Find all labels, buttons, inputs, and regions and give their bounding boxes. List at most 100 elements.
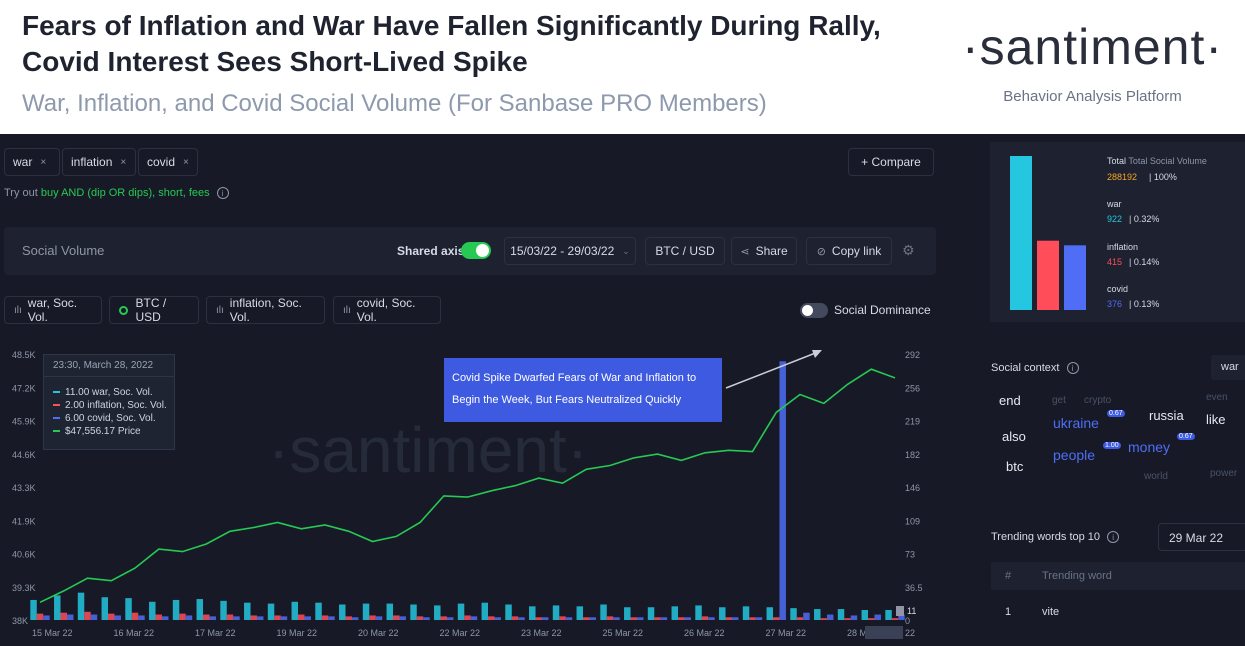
- metric-label: war, Soc. Vol.: [27, 296, 78, 324]
- volume-bar: [820, 618, 827, 620]
- bars-icon: ılı: [343, 304, 351, 316]
- compare-button[interactable]: + Compare: [848, 148, 934, 176]
- date-range-picker[interactable]: 15/03/22 - 29/03/22 ⌄: [504, 237, 636, 265]
- chart-tooltip: 23:30, March 28, 2022 11.00 war, Soc. Vo…: [43, 354, 175, 450]
- volume-bar: [535, 617, 542, 620]
- covid-label: covid: [1107, 284, 1129, 294]
- search-chip-inflation[interactable]: inflation ×: [62, 148, 136, 176]
- volume-bar: [351, 617, 359, 620]
- volume-bar: [256, 616, 264, 620]
- volume-bar: [328, 616, 335, 620]
- covid-value: 376: [1107, 299, 1123, 309]
- volume-bar: [701, 616, 709, 620]
- volume-bar: [731, 617, 739, 620]
- share-button[interactable]: ⋖ Share: [731, 237, 797, 265]
- volume-bar: [494, 617, 501, 620]
- volume-bar: [226, 614, 234, 620]
- word-cloud-word[interactable]: like: [1206, 412, 1226, 427]
- word-cloud-word[interactable]: ukraine: [1053, 415, 1099, 431]
- close-icon[interactable]: ×: [40, 157, 46, 168]
- metric-chip-inflation[interactable]: ılı inflation, Soc. Vol.: [206, 296, 325, 324]
- main-panel: war × inflation × covid × + Compare Try …: [0, 134, 940, 646]
- volume-bar: [54, 595, 61, 620]
- y-right-tick: 182: [905, 450, 920, 460]
- word-cloud-word[interactable]: people: [1053, 447, 1095, 463]
- covid-pct: | 0.13%: [1129, 299, 1160, 309]
- x-tick-label: 15 Mar 22: [32, 628, 73, 638]
- volume-bar: [220, 600, 227, 620]
- volume-bar: [814, 609, 821, 620]
- volume-bar: [660, 617, 668, 620]
- volume-bar: [244, 602, 251, 620]
- volume-bar: [464, 615, 471, 620]
- volume-bar: [114, 615, 121, 620]
- word-cloud-word[interactable]: world: [1144, 471, 1168, 482]
- chip-label: covid: [147, 155, 176, 169]
- search-hint: Try out buy AND (dip OR dips), short, fe…: [4, 187, 229, 199]
- side-panel: Total Total Social Volume 288192 | 100% …: [966, 134, 1245, 646]
- total-value: 288192: [1107, 172, 1138, 182]
- totals-bar-chart: [1010, 156, 1086, 310]
- metric-chip-covid[interactable]: ılı covid, Soc. Vol.: [333, 296, 441, 324]
- volume-bar: [624, 607, 631, 620]
- copy-link-button[interactable]: ⊘ Copy link: [806, 237, 892, 265]
- x-tick-label: 22 Mar 22: [440, 628, 481, 638]
- volume-bar: [505, 604, 512, 620]
- word-cloud-word[interactable]: power: [1210, 468, 1237, 479]
- volume-bar: [209, 616, 216, 620]
- pair-selector[interactable]: BTC / USD: [645, 237, 725, 265]
- volume-bar: [149, 601, 156, 620]
- close-icon[interactable]: ×: [120, 157, 126, 168]
- volume-bar: [742, 606, 750, 620]
- word-cloud-word[interactable]: russia: [1149, 408, 1184, 423]
- trending-row[interactable]: 1 vite: [991, 594, 1245, 628]
- tooltip-time: 23:30, March 28, 2022: [44, 355, 174, 377]
- volume-bar: [796, 617, 804, 620]
- search-chip-war[interactable]: war ×: [4, 148, 60, 176]
- volume-bar: [108, 613, 115, 620]
- volume-bar: [613, 617, 620, 620]
- report-header: Fears of Inflation and War Have Fallen S…: [0, 0, 1245, 134]
- volume-bar: [250, 615, 257, 620]
- word-cloud-word[interactable]: end: [999, 393, 1021, 408]
- trending-date-picker[interactable]: 29 Mar 22: [1158, 523, 1245, 551]
- social-dominance-toggle[interactable]: [800, 303, 828, 318]
- word-cloud-word[interactable]: also: [1002, 429, 1026, 444]
- word-cloud-word[interactable]: crypto: [1084, 395, 1111, 406]
- total-social-volume-card: Total Total Social Volume 288192 | 100% …: [990, 142, 1245, 322]
- word-cloud-word[interactable]: 1.00: [1103, 442, 1121, 449]
- volume-bar: [315, 602, 322, 620]
- social-context-selector[interactable]: war: [1211, 355, 1245, 380]
- word-cloud-word[interactable]: 0.67: [1107, 410, 1125, 417]
- chevron-down-icon: ⌄: [622, 245, 630, 256]
- close-icon[interactable]: ×: [183, 157, 189, 168]
- volume-bar: [844, 618, 851, 620]
- word-cloud-word[interactable]: money: [1128, 439, 1170, 455]
- metric-chip-btc[interactable]: BTC / USD: [109, 296, 199, 324]
- volume-bar: [66, 614, 74, 620]
- y-left-tick: 39.3K: [12, 583, 36, 593]
- current-date-badge: [865, 626, 903, 639]
- volume-bar: [36, 613, 44, 620]
- y-right-tick: 256: [905, 383, 920, 393]
- search-chip-covid[interactable]: covid ×: [138, 148, 198, 176]
- date-range-value: 15/03/22 - 29/03/22: [510, 244, 615, 258]
- word-cloud-word[interactable]: even: [1206, 392, 1228, 403]
- metric-chip-war[interactable]: ılı war, Soc. Vol.: [4, 296, 102, 324]
- word-cloud-word[interactable]: get: [1052, 395, 1066, 406]
- trending-word[interactable]: vite: [1042, 606, 1059, 618]
- info-icon[interactable]: i: [1066, 362, 1079, 374]
- volume-bar: [630, 617, 637, 620]
- x-tick-label: 19 Mar 22: [277, 628, 318, 638]
- shared-axis-toggle[interactable]: [461, 242, 491, 259]
- war-value: 922: [1107, 214, 1123, 224]
- volume-bar: [671, 606, 679, 620]
- volume-bar: [481, 602, 489, 620]
- word-cloud-word[interactable]: 0.67: [1177, 433, 1195, 440]
- info-icon[interactable]: i: [1107, 531, 1120, 543]
- word-cloud-word[interactable]: btc: [1006, 459, 1023, 474]
- gear-icon[interactable]: ⚙: [902, 242, 915, 259]
- hint-example-link[interactable]: buy AND (dip OR dips), short, fees: [41, 187, 210, 199]
- hint-prefix: Try out: [4, 187, 38, 199]
- info-icon[interactable]: i: [216, 187, 229, 199]
